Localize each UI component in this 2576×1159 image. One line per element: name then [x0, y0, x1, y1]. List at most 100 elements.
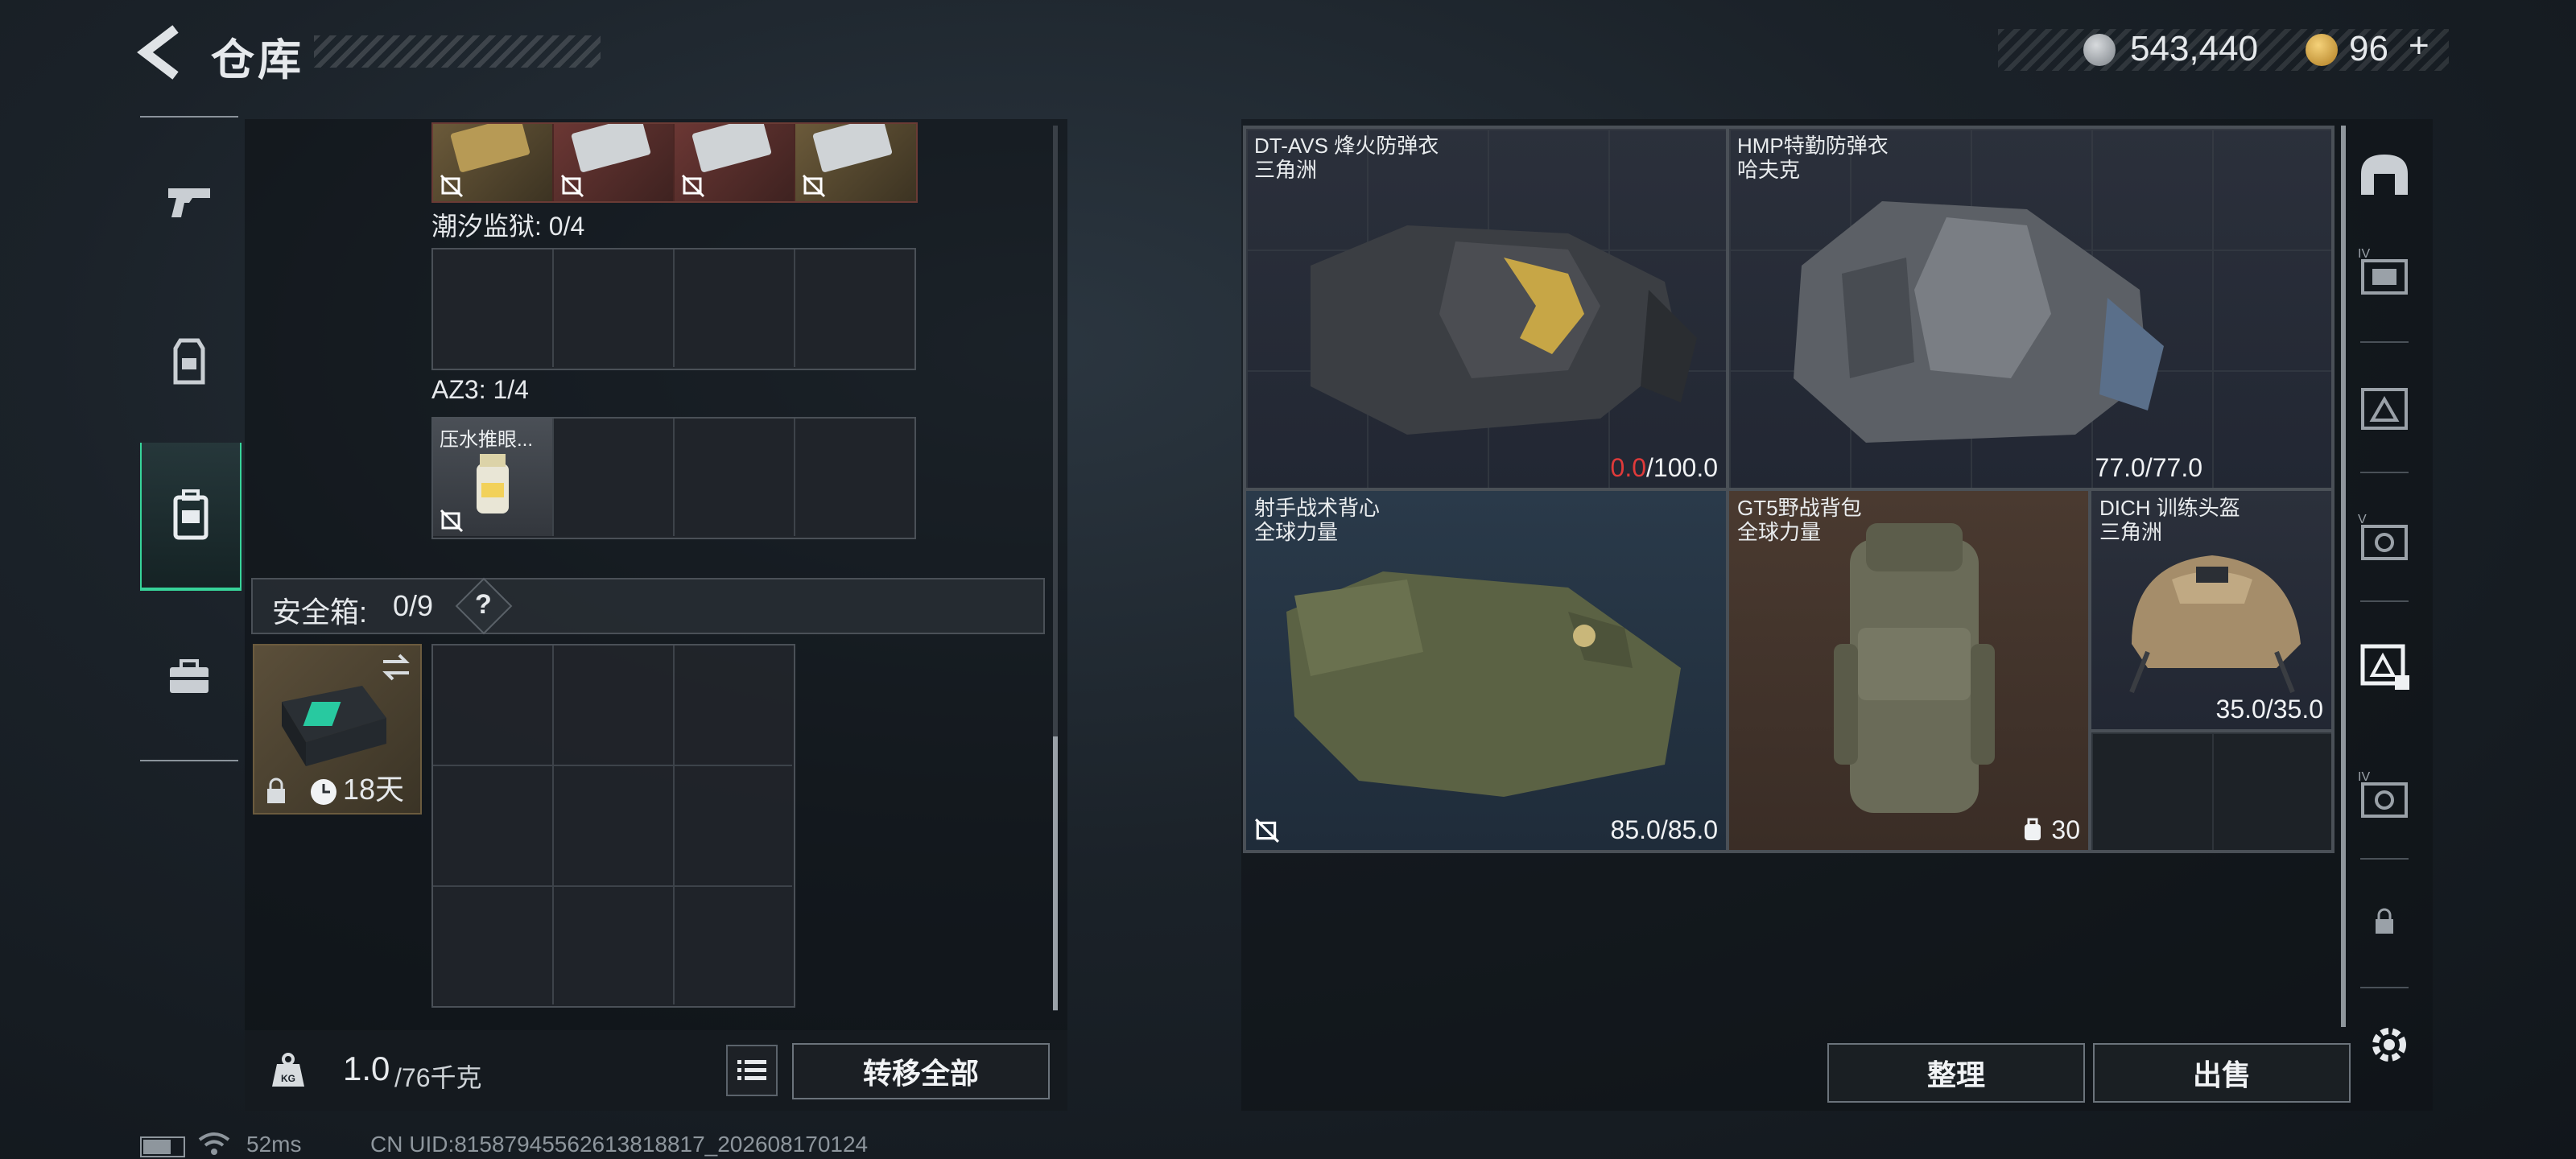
back-arrow-icon — [137, 25, 179, 80]
grid-cell[interactable] — [433, 766, 554, 887]
sort-button[interactable]: 整理 — [1827, 1043, 2085, 1103]
grid-cell[interactable] — [795, 419, 913, 536]
equip-slot-dt-avs[interactable]: DT-AVS 烽火防弹衣 三角洲 0.0/100.0 — [1245, 127, 1728, 489]
grid-cell[interactable] — [554, 887, 675, 1004]
helmet-slot-icon — [2361, 155, 2408, 195]
equip-slot-empty[interactable] — [2090, 731, 2333, 852]
no-insure-icon — [440, 174, 464, 198]
briefcase-icon — [170, 659, 208, 693]
keycard-icon — [812, 124, 893, 172]
equip-name-label: GT5野战背包 全球力量 — [1737, 496, 1862, 544]
back-button[interactable] — [135, 24, 188, 80]
no-insure-icon — [560, 174, 584, 198]
filter-locked-slot[interactable] — [2344, 874, 2425, 971]
grid-cell[interactable] — [433, 250, 554, 367]
filter-armor-iv-2[interactable]: IV — [2344, 745, 2425, 842]
equip-name-label: DT-AVS 烽火防弹衣 三角洲 — [1254, 134, 1439, 182]
weight-icon: KG — [254, 1038, 322, 1103]
inventory-scrollbar-thumb[interactable] — [1053, 736, 1058, 1010]
item-card-silver-1[interactable] — [554, 124, 673, 201]
safebox-help-button[interactable]: ? — [475, 589, 492, 621]
filter-helmet-slot[interactable] — [2344, 126, 2425, 222]
uid-readout: CN UID:8158794556261381881​7_20260817012… — [370, 1132, 869, 1157]
grid-cell[interactable] — [675, 250, 795, 367]
equip-slot-hmp[interactable]: HMP特勤防弹衣 哈夫克 77.0/77.0 — [1728, 127, 2333, 489]
item-card-silver-3[interactable] — [795, 124, 916, 201]
currency-add-button[interactable]: + — [2409, 26, 2429, 66]
safebox-label: 安全箱: — [272, 596, 368, 629]
grid-cell[interactable] — [795, 250, 913, 367]
rail-divider — [2360, 600, 2409, 602]
backpack-image — [1834, 523, 1995, 813]
ping-readout: 52ms — [246, 1132, 302, 1157]
svg-text:V: V — [2358, 513, 2367, 526]
svg-text:IV: IV — [2358, 770, 2370, 784]
filter-container-slot[interactable] — [2344, 617, 2425, 713]
armor-iv-icon: IV — [2358, 247, 2408, 295]
grid-cell[interactable] — [433, 887, 554, 1004]
sell-button[interactable]: 出售 — [2093, 1043, 2351, 1103]
weight-max: /76千克 — [394, 1063, 482, 1092]
top-container-row — [431, 122, 918, 203]
coin-silver-icon — [2083, 34, 2116, 66]
pill-bottle-icon — [477, 454, 509, 514]
grid-cell[interactable] — [433, 645, 554, 766]
grid-cell[interactable] — [675, 645, 792, 766]
filter-armor-v[interactable]: V — [2344, 488, 2425, 584]
armor-iv-2-icon: IV — [2358, 770, 2408, 818]
page-title: 仓库 — [211, 36, 304, 85]
az3-label: AZ3: 1/4 — [431, 375, 529, 404]
tab-toolbox[interactable] — [140, 625, 238, 729]
title-decoration — [314, 35, 601, 68]
az3-grid[interactable]: 压水推眼... — [431, 417, 916, 539]
safebox-grid[interactable] — [431, 644, 795, 1008]
equip-slot-shooter-vest[interactable]: 射手战术背心 全球力量 85.0/85.0 — [1245, 489, 1728, 852]
tactical-vest-image — [1286, 571, 1681, 797]
clock-icon — [311, 779, 336, 805]
backpack-icon — [173, 489, 208, 540]
armor-vest-dt-avs-image — [1311, 225, 1697, 435]
lock-icon — [267, 777, 285, 803]
grid-cell[interactable] — [554, 250, 675, 367]
safebox-item[interactable]: 18天 — [253, 644, 422, 815]
helmet-image — [2129, 555, 2301, 694]
grid-cell[interactable] — [675, 887, 792, 1004]
rail-divider — [2360, 341, 2409, 343]
item-card-gold[interactable] — [433, 124, 552, 201]
tab-weapons[interactable] — [140, 150, 238, 254]
battery-icon — [140, 1136, 185, 1157]
rig-slot-icon — [2361, 388, 2408, 430]
grid-cell[interactable] — [554, 766, 675, 887]
lock-icon — [2376, 908, 2393, 934]
slot-filter-rail: IV V IV — [2344, 126, 2425, 1019]
transfer-all-button[interactable]: 转移全部 — [792, 1043, 1050, 1099]
no-insure-icon — [802, 174, 826, 198]
keycard-icon — [450, 124, 530, 172]
tab-gear[interactable] — [140, 309, 238, 414]
filter-armor-iv[interactable]: IV — [2344, 222, 2425, 319]
equip-name-label: DICH 训练头盔 三角洲 — [2099, 496, 2240, 544]
rail-bottom-divider — [140, 760, 238, 761]
item-card-silver-2[interactable] — [675, 124, 794, 201]
rail-top-divider — [140, 116, 238, 118]
no-insure-icon — [1255, 819, 1279, 843]
settings-button[interactable] — [2363, 1019, 2415, 1070]
list-icon — [737, 1060, 766, 1080]
equip-slot-gt5-backpack[interactable]: GT5野战背包 全球力量 30 — [1728, 489, 2090, 852]
tide-prison-grid[interactable] — [431, 248, 916, 370]
equip-slot-dich-helmet[interactable]: DICH 训练头盔 三角洲 35.0/35.0 — [2090, 489, 2333, 731]
grid-cell[interactable] — [675, 419, 795, 536]
keycard-icon — [571, 124, 651, 172]
currency-primary: 543,440 — [2130, 29, 2259, 68]
grid-cell[interactable] — [554, 419, 675, 536]
grid-cell[interactable] — [675, 766, 792, 887]
armor-v-icon: V — [2358, 513, 2408, 560]
currency-secondary: 96 — [2349, 29, 2388, 68]
filter-rig-slot[interactable] — [2344, 359, 2425, 456]
capacity-readout: 30 — [2051, 815, 2080, 844]
az3-item[interactable]: 压水推眼... — [433, 419, 554, 536]
grid-cell[interactable] — [554, 645, 675, 766]
gear-icon — [2372, 1028, 2406, 1062]
tab-backpack[interactable] — [140, 443, 242, 591]
list-view-button[interactable] — [726, 1045, 778, 1096]
